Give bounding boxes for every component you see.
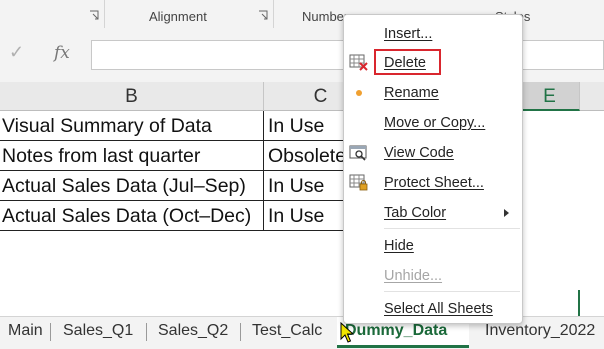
- sheet-tab-sales-q1[interactable]: Sales_Q1: [55, 317, 141, 348]
- delete-sheet-icon: [349, 54, 369, 72]
- enter-checkmark-icon[interactable]: ✓: [9, 42, 24, 63]
- cell-b[interactable]: Notes from last quarter: [0, 141, 264, 171]
- tab-separator: [240, 323, 241, 341]
- menu-item-unhide: Unhide...: [344, 262, 522, 290]
- mouse-pointer-icon: [340, 321, 355, 344]
- cell-b[interactable]: Visual Summary of Data: [0, 111, 264, 141]
- menu-item-label: Move or Copy...: [384, 115, 486, 131]
- menu-item-tab-color[interactable]: Tab Color: [344, 199, 522, 227]
- cell-b[interactable]: Actual Sales Data (Oct–Dec): [0, 201, 264, 231]
- sheet-tab-main[interactable]: Main: [0, 317, 51, 348]
- sheet-tab-test-calc[interactable]: Test_Calc: [244, 317, 330, 348]
- menu-item-select-all-sheets[interactable]: Select All Sheets: [344, 295, 522, 323]
- column-header-e[interactable]: E: [520, 82, 580, 111]
- ribbon-group-alignment: Alignment: [149, 9, 207, 24]
- menu-item-insert[interactable]: Insert...: [344, 20, 522, 48]
- menu-item-label: Select All Sheets: [384, 301, 493, 317]
- sheet-tab-sales-q2[interactable]: Sales_Q2: [150, 317, 236, 348]
- ribbon-separator: [104, 0, 105, 28]
- menu-separator: [384, 291, 520, 292]
- submenu-arrow-icon: [504, 209, 509, 217]
- insert-function-icon[interactable]: fx: [54, 43, 70, 63]
- menu-item-rename[interactable]: Rename: [344, 79, 522, 107]
- ribbon-group-number: Number: [302, 9, 349, 24]
- menu-item-label: Insert...: [384, 26, 433, 42]
- tab-separator: [50, 323, 51, 341]
- menu-item-label: Tab Color: [384, 205, 447, 221]
- menu-item-label: Protect Sheet...: [384, 175, 484, 191]
- protect-sheet-icon: [349, 174, 369, 192]
- menu-item-label: Hide: [384, 238, 414, 254]
- menu-item-label: View Code: [384, 145, 454, 161]
- alignment-dialog-launcher-icon[interactable]: [258, 10, 268, 20]
- menu-item-view-code[interactable]: View Code: [344, 139, 522, 167]
- menu-item-move-or-copy[interactable]: Move or Copy...: [344, 109, 522, 137]
- cell-b[interactable]: Actual Sales Data (Jul–Sep): [0, 171, 264, 201]
- view-code-icon: [349, 144, 369, 162]
- menu-item-label: Rename: [384, 85, 439, 101]
- ribbon-separator: [273, 0, 274, 28]
- menu-item-label: Unhide...: [384, 268, 443, 284]
- tab-separator: [146, 323, 147, 341]
- formula-bar-buttons: ✓ fx: [0, 40, 86, 70]
- font-dialog-launcher-icon[interactable]: [89, 10, 99, 20]
- menu-item-hide[interactable]: Hide: [344, 232, 522, 260]
- column-header-b[interactable]: B: [0, 82, 264, 111]
- delete-highlight-box: [374, 49, 441, 75]
- menu-item-protect-sheet[interactable]: Protect Sheet...: [344, 169, 522, 197]
- column-header-f[interactable]: [580, 82, 604, 111]
- dot-icon: [356, 90, 362, 96]
- menu-separator: [384, 228, 520, 229]
